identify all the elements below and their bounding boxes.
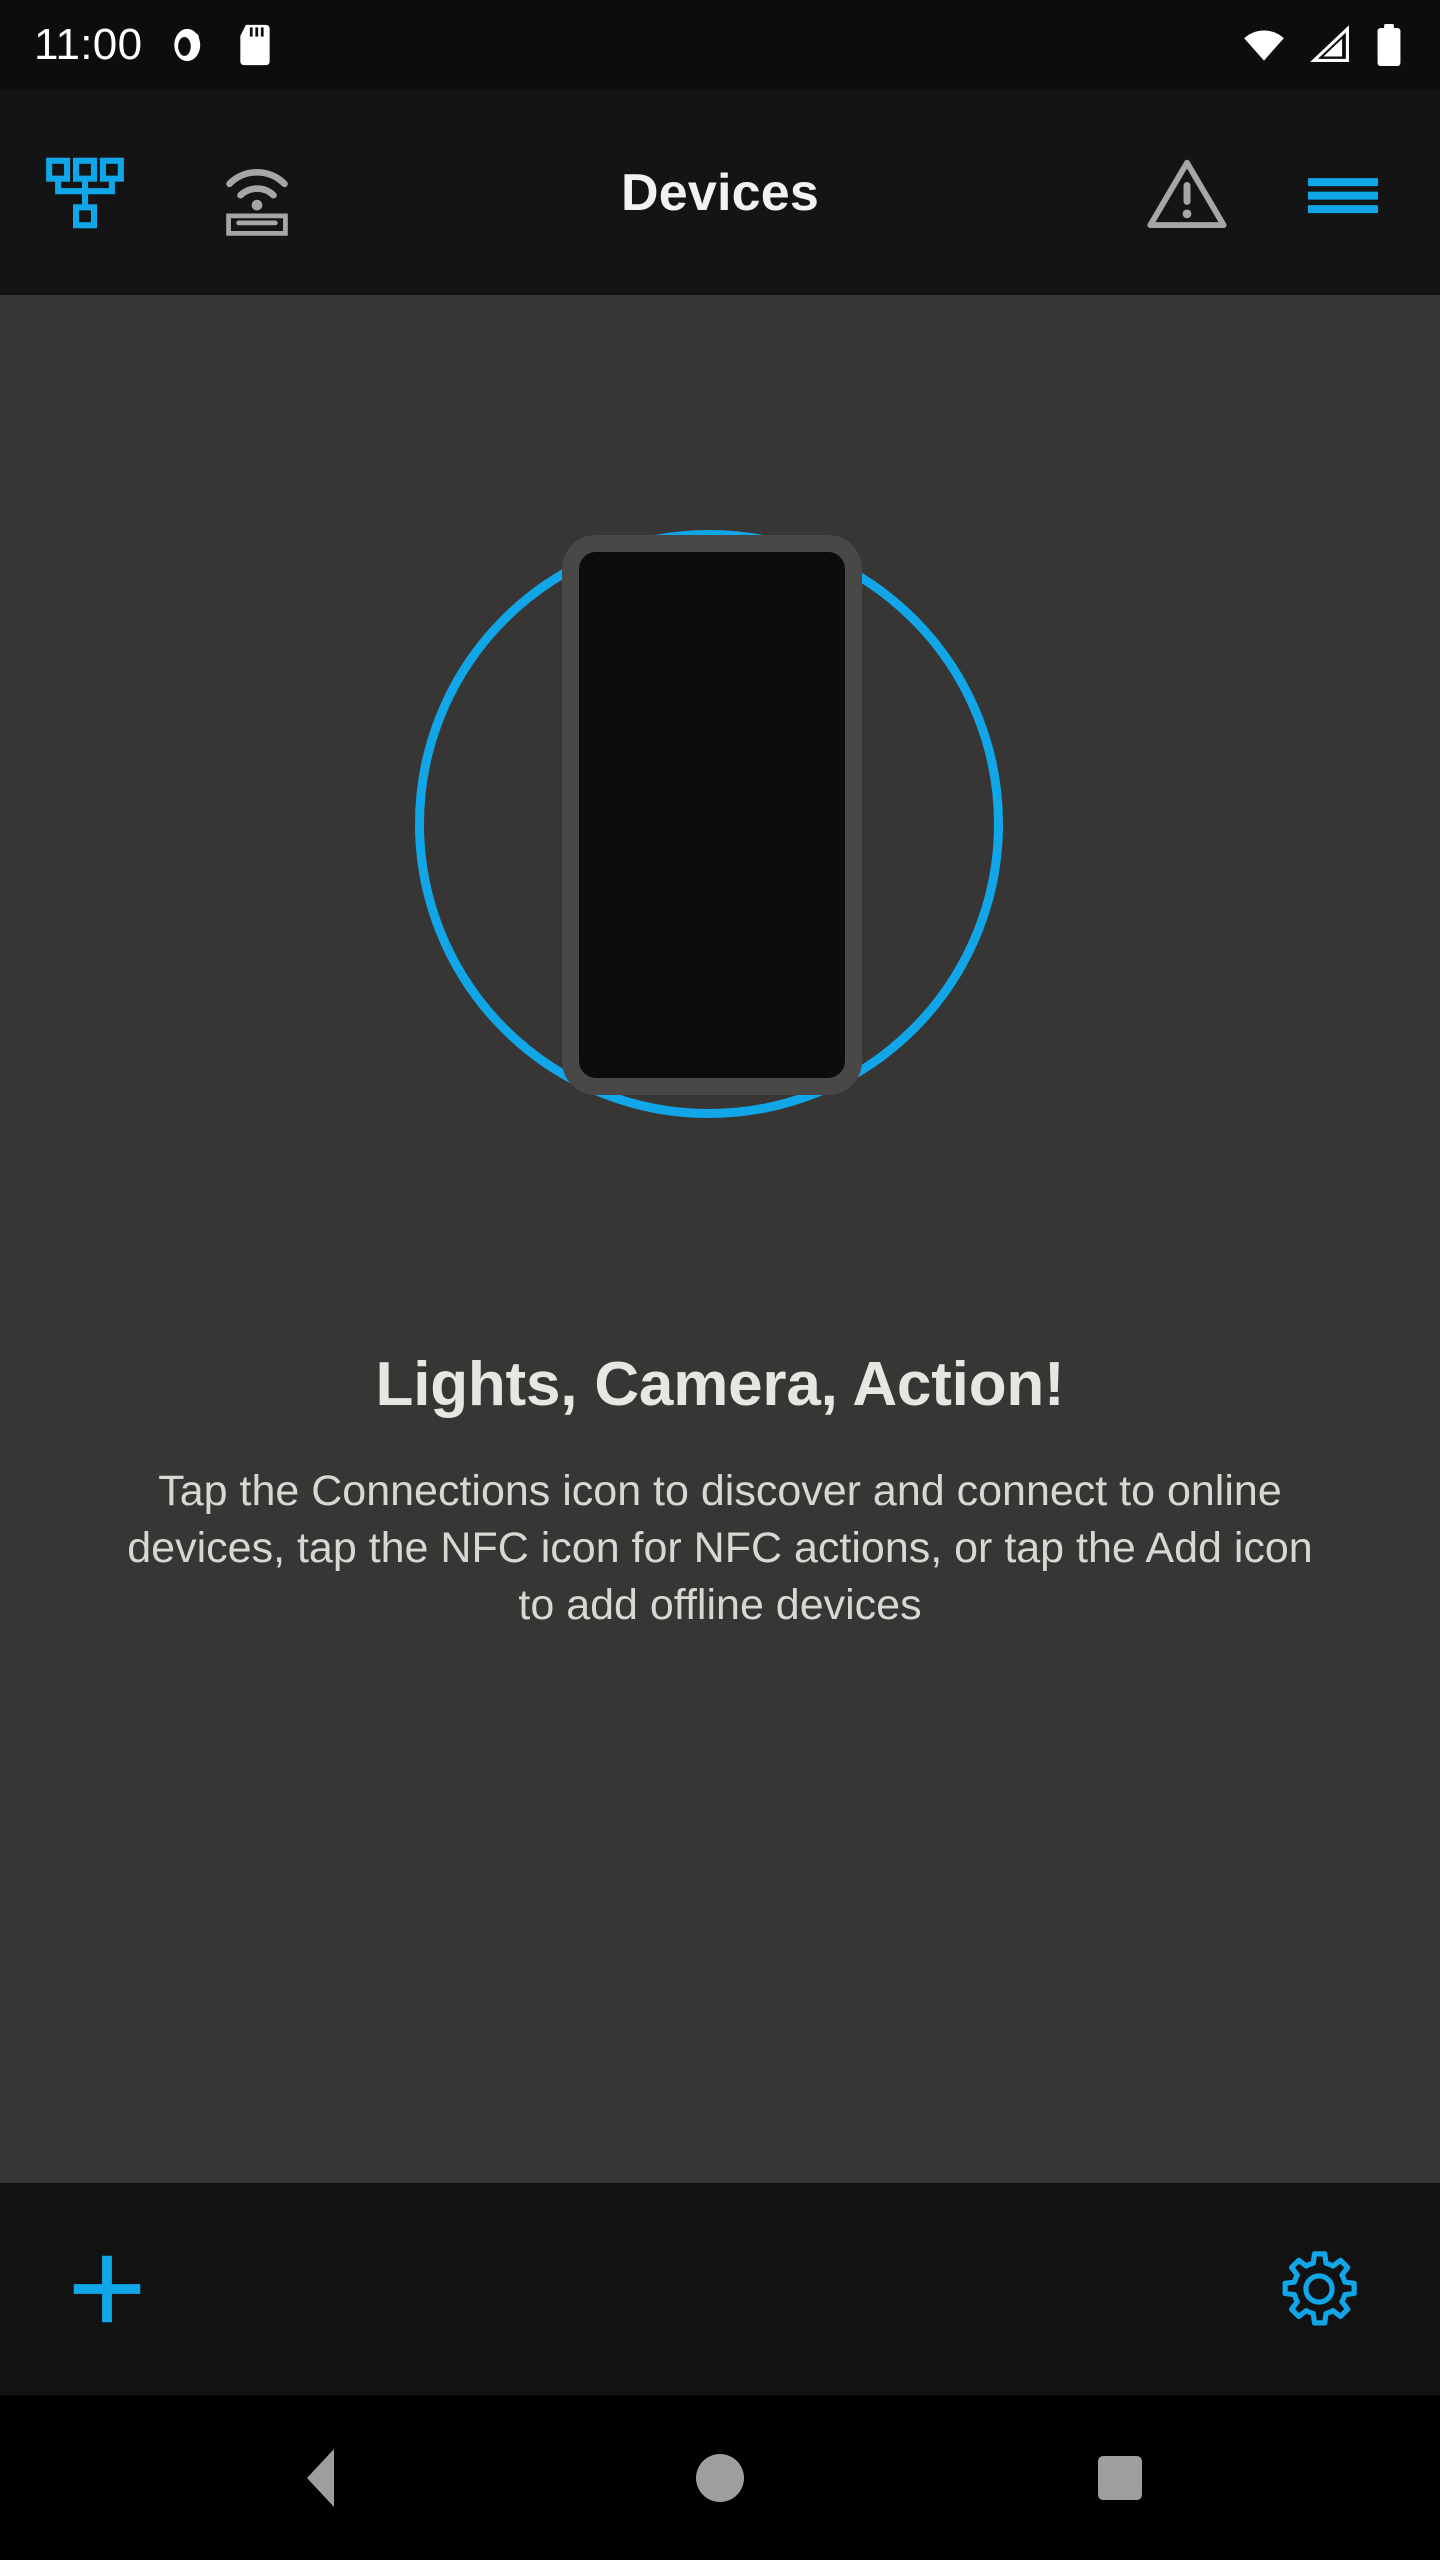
hamburger-menu-icon bbox=[1308, 177, 1378, 213]
connections-button[interactable] bbox=[30, 138, 140, 248]
nfc-icon bbox=[226, 168, 288, 236]
plus-icon bbox=[73, 2255, 141, 2323]
app-window: 11:00 Devices Lights, Camera, Action! Ta… bbox=[0, 0, 1440, 2560]
warning-button[interactable] bbox=[1132, 138, 1242, 248]
settings-button[interactable] bbox=[1260, 2230, 1378, 2348]
wifi-icon bbox=[1244, 30, 1284, 61]
do-not-disturb-icon bbox=[174, 28, 201, 62]
warning-triangle-icon bbox=[1147, 159, 1227, 228]
status-bar: 11:00 bbox=[0, 0, 1440, 90]
nav-recents-button[interactable] bbox=[1045, 2403, 1195, 2553]
empty-state-body: Tap the Connections icon to discover and… bbox=[127, 1467, 1313, 1629]
nfc-button[interactable] bbox=[202, 138, 312, 248]
gear-icon bbox=[1282, 2251, 1357, 2326]
empty-state-content: Lights, Camera, Action! Tap the Connecti… bbox=[0, 295, 1440, 2183]
menu-button[interactable] bbox=[1288, 138, 1398, 248]
connections-icon bbox=[46, 157, 124, 228]
illustration-phone bbox=[562, 535, 862, 1095]
android-navigation-bar bbox=[0, 2395, 1440, 2560]
back-triangle-icon bbox=[306, 2448, 334, 2507]
recents-square-icon bbox=[1098, 2455, 1142, 2500]
phone-in-circle-illustration bbox=[410, 525, 1030, 1145]
home-circle-icon bbox=[696, 2453, 744, 2502]
nav-back-button[interactable] bbox=[245, 2403, 395, 2553]
status-bar-left: 11:00 bbox=[34, 23, 274, 67]
bottom-action-bar bbox=[0, 2183, 1440, 2395]
empty-state-heading: Lights, Camera, Action! bbox=[375, 1350, 1065, 1419]
nav-home-button[interactable] bbox=[645, 2403, 795, 2553]
sd-card-icon bbox=[240, 24, 271, 66]
battery-icon bbox=[1377, 24, 1401, 66]
status-bar-right bbox=[1242, 22, 1404, 68]
status-clock: 11:00 bbox=[34, 20, 143, 69]
cellular-signal-icon bbox=[1310, 25, 1349, 62]
app-bar: Devices bbox=[0, 90, 1440, 295]
add-device-button[interactable] bbox=[48, 2230, 166, 2348]
